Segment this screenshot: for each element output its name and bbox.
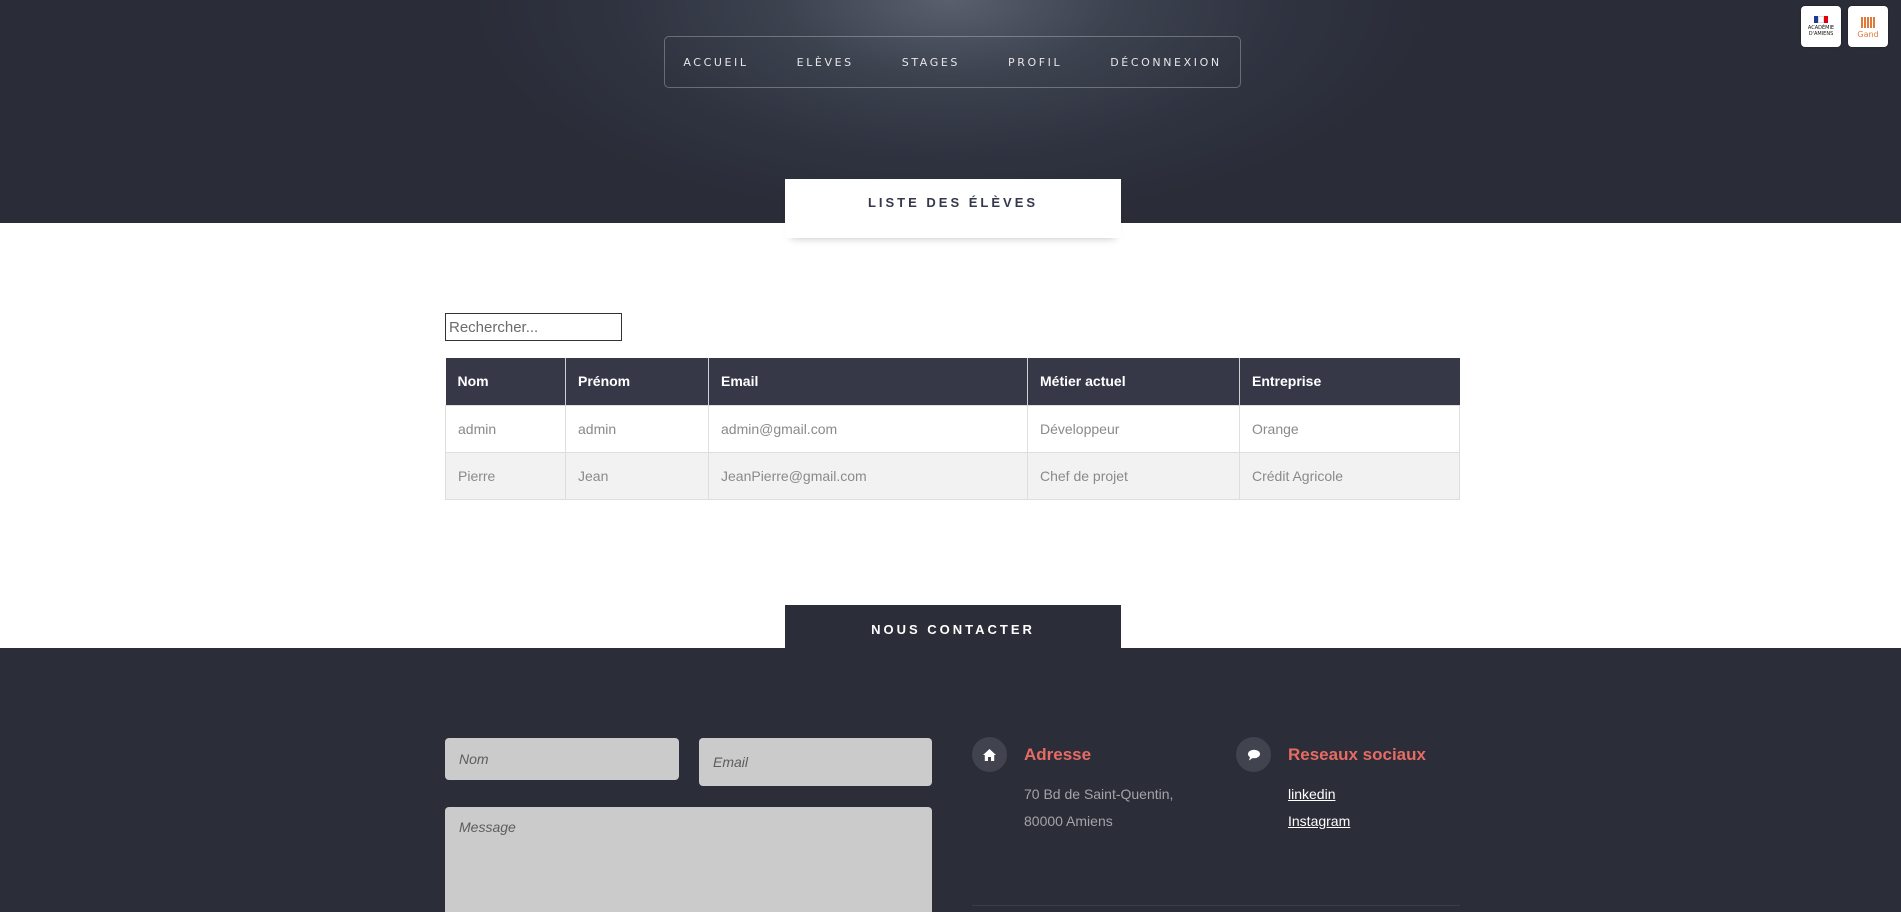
address-title: Adresse xyxy=(1024,745,1092,764)
address-line-2: 80000 Amiens xyxy=(1024,813,1113,829)
social-title: Reseaux sociaux xyxy=(1288,745,1426,764)
nav-item-stages[interactable]: STAGES xyxy=(902,56,960,69)
chat-bubble-icon xyxy=(1236,737,1271,772)
search-input[interactable] xyxy=(445,313,622,341)
table-row[interactable]: Pierre Jean JeanPierre@gmail.com Chef de… xyxy=(445,451,1460,500)
page-title-tab: LISTE DES ÉLÈVES xyxy=(785,179,1121,238)
footer-divider xyxy=(972,905,1460,906)
cell-nom: Pierre xyxy=(445,451,566,500)
column-header-metier[interactable]: Métier actuel xyxy=(1027,358,1240,405)
nav-item-accueil[interactable]: ACCUEIL xyxy=(683,56,748,69)
column-header-prenom[interactable]: Prénom xyxy=(565,358,709,405)
cell-email: JeanPierre@gmail.com xyxy=(708,451,1028,500)
home-icon xyxy=(972,737,1007,772)
gand-logo-text: Gand xyxy=(1857,29,1879,39)
cell-prenom: Jean xyxy=(565,451,709,500)
main-nav: ACCUEIL ELÈVES STAGES PROFIL DÉCONNEXION xyxy=(664,36,1241,88)
cell-entreprise: Crédit Agricole xyxy=(1239,451,1460,500)
contact-message-textarea[interactable] xyxy=(445,807,932,912)
contact-email-input[interactable] xyxy=(699,738,932,786)
linkedin-link[interactable]: linkedin xyxy=(1288,786,1335,802)
cell-email: admin@gmail.com xyxy=(708,404,1028,453)
table-row[interactable]: admin admin admin@gmail.com Développeur … xyxy=(445,404,1460,453)
column-header-nom[interactable]: Nom xyxy=(445,358,566,405)
instagram-link[interactable]: Instagram xyxy=(1288,813,1350,829)
column-header-email[interactable]: Email xyxy=(708,358,1028,405)
contact-name-input[interactable] xyxy=(445,738,679,780)
page-title: LISTE DES ÉLÈVES xyxy=(867,195,1039,210)
address-line-1: 70 Bd de Saint-Quentin, xyxy=(1024,786,1174,802)
nav-item-eleves[interactable]: ELÈVES xyxy=(797,56,854,69)
academie-logo-text: ACADÉMIE D'AMIENS xyxy=(1807,25,1835,37)
table-header-row: Nom Prénom Email Métier actuel Entrepris… xyxy=(445,358,1460,405)
gand-logo: Gand xyxy=(1848,6,1888,47)
cell-metier: Développeur xyxy=(1027,404,1240,453)
nav-item-profil[interactable]: PROFIL xyxy=(1008,56,1062,69)
contact-title: NOUS CONTACTER xyxy=(871,621,1035,637)
column-header-entreprise[interactable]: Entreprise xyxy=(1239,358,1460,405)
gand-bars-icon xyxy=(1861,16,1875,28)
students-table: Nom Prénom Email Métier actuel Entrepris… xyxy=(445,358,1460,500)
cell-prenom: admin xyxy=(565,404,709,453)
cell-nom: admin xyxy=(445,404,566,453)
academie-logo: ACADÉMIE D'AMIENS xyxy=(1801,6,1841,47)
cell-entreprise: Orange xyxy=(1239,404,1460,453)
nav-item-deconnexion[interactable]: DÉCONNEXION xyxy=(1110,56,1221,69)
page-footer xyxy=(0,648,1901,912)
cell-metier: Chef de projet xyxy=(1027,451,1240,500)
french-flag-icon xyxy=(1814,16,1828,23)
contact-title-tab: NOUS CONTACTER xyxy=(785,605,1121,653)
